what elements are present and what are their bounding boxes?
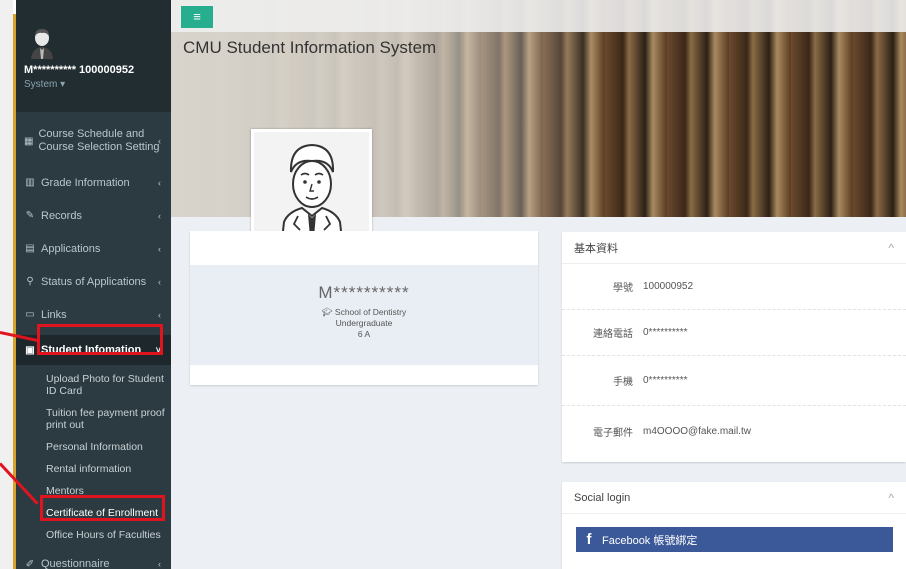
info-row: 手機 0**********	[562, 356, 906, 406]
page-edge	[0, 0, 13, 569]
sidebar-item-records[interactable]: ✎ Records ‹	[16, 199, 171, 232]
student-name: M**********	[318, 283, 410, 302]
sidebar-item-status[interactable]: ⚲ Status of Applications ‹	[16, 265, 171, 298]
submenu-item-tuition-proof[interactable]: Tuition fee payment proof print out	[16, 407, 171, 431]
menu-toggle-button[interactable]: ≡	[181, 6, 213, 28]
submenu-item-upload-photo[interactable]: Upload Photo for Student ID Card	[16, 373, 171, 397]
chevron-left-icon: ‹	[158, 136, 161, 146]
collapse-icon[interactable]: ^	[888, 241, 894, 255]
social-login-box: Social login ^	[562, 482, 906, 569]
calendar-icon: ▦	[24, 135, 34, 147]
search-icon: ⚲	[26, 276, 34, 287]
student-level: Undergraduate	[335, 318, 393, 328]
info-value: 100000952	[643, 281, 694, 292]
info-key: 電子郵件	[593, 427, 633, 439]
sidebar-item-course-schedule[interactable]: ▦ Course Schedule and Course Selection S…	[16, 116, 171, 166]
student-class: 6 A	[357, 329, 371, 339]
sidebar-item-label: Status of Applications	[41, 275, 147, 288]
sidebar-item-applications[interactable]: ▤ Applications ‹	[16, 232, 171, 265]
info-value: 0**********	[643, 327, 688, 338]
chevron-left-icon: ‹	[158, 243, 161, 254]
sidebar-item-questionnaire[interactable]: ✐ Questionnaire ‹	[16, 551, 171, 569]
user-avatar-icon	[31, 29, 53, 59]
chevron-left-icon: ‹	[158, 177, 161, 188]
graduation-cap-icon: 🎓︎	[321, 307, 335, 317]
profile-summary: M********** 🎓︎ School of Dentistry Under…	[190, 265, 538, 365]
page: ≡ CMU Student Information System M******…	[0, 0, 906, 569]
facebook-icon: f	[586, 531, 592, 548]
sidebar-item-label: Grade Information	[41, 176, 130, 189]
info-value: 0**********	[643, 375, 688, 386]
school-name: School of Dentistry	[334, 307, 407, 317]
info-row: 學號 100000952	[562, 264, 906, 310]
facebook-bind-button[interactable]: f Facebook 帳號綁定	[576, 527, 893, 552]
annotation-box-student-information	[37, 324, 163, 355]
edit-icon: ✎	[25, 210, 35, 221]
submenu-item-personal-info[interactable]: Personal Information	[16, 441, 171, 453]
monitor-icon: ▭	[25, 309, 35, 320]
info-value: m4OOOO@fake.mail.tw	[643, 425, 751, 437]
user-name: M********** 100000952	[24, 64, 135, 76]
document-icon: ▤	[25, 243, 35, 254]
profile-card: M********** 🎓︎ School of Dentistry Under…	[190, 231, 538, 385]
basic-info-box: 基本資料 ^ 學號 100000952 連絡電話 0********** 手機 …	[562, 232, 906, 462]
chevron-left-icon: ‹	[158, 559, 161, 569]
chevron-left-icon: ‹	[158, 276, 161, 287]
info-key: 學號	[613, 283, 633, 294]
chevron-left-icon: ‹	[158, 210, 161, 221]
sidebar-item-label: Questionnaire	[41, 558, 110, 569]
top-navbar	[171, 0, 906, 32]
sidebar-item-grade[interactable]: ▥ Grade Information ‹	[16, 166, 171, 199]
bar-chart-icon: ▥	[25, 177, 35, 188]
info-key: 連絡電話	[593, 329, 633, 340]
social-login-title: Social login	[574, 491, 631, 504]
user-role-dropdown[interactable]: System ▾	[24, 79, 65, 90]
sidebar-item-label: Records	[41, 209, 82, 222]
chevron-left-icon: ‹	[158, 309, 161, 320]
card-icon: ▣	[25, 344, 35, 356]
sidebar-item-label: Links	[41, 308, 67, 321]
collapse-icon[interactable]: ^	[888, 491, 894, 505]
submenu-item-rental-info[interactable]: Rental information	[16, 463, 171, 475]
profile-photo	[251, 129, 372, 243]
user-panel: M********** 100000952 System ▾	[16, 0, 171, 112]
pencil-icon: ✐	[25, 558, 35, 569]
annotation-box-certificate	[40, 495, 165, 521]
info-key: 手機	[613, 377, 633, 388]
page-title: CMU Student Information System	[183, 38, 437, 57]
info-row: 連絡電話 0**********	[562, 310, 906, 356]
sidebar: M********** 100000952 System ▾ ▦ Course …	[16, 0, 171, 569]
student-avatar-icon	[254, 132, 369, 241]
submenu-item-office-hours[interactable]: Office Hours of Faculties	[16, 529, 171, 541]
info-row: 電子郵件 m4OOOO@fake.mail.tw	[562, 406, 906, 456]
sidebar-item-label: Applications	[41, 242, 101, 255]
basic-info-title: 基本資料	[574, 242, 618, 255]
sidebar-item-label: Course Schedule and Course Selection Set…	[38, 128, 160, 153]
facebook-bind-label: Facebook 帳號綁定	[602, 534, 698, 547]
